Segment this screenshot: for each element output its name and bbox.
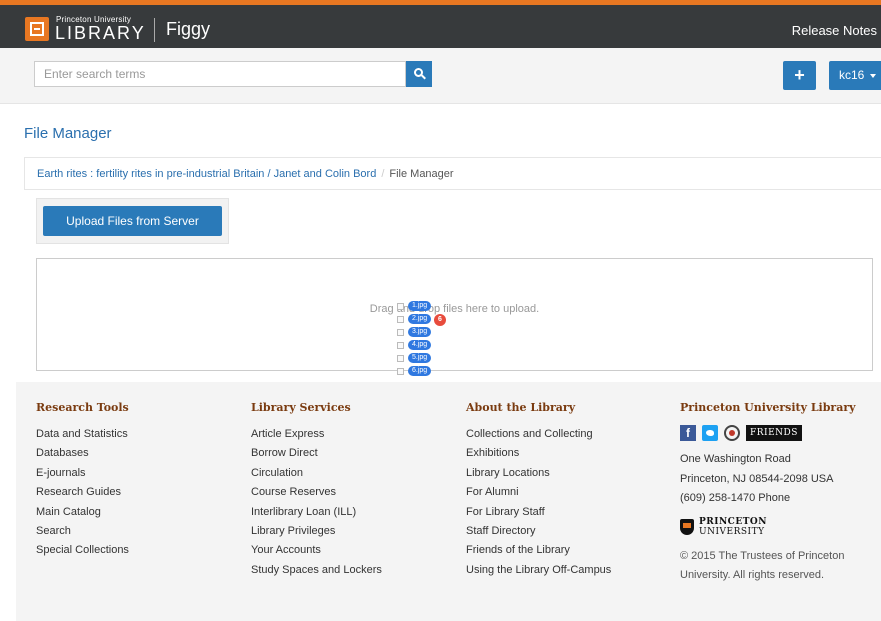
drag-file-pill: 2.jpg (408, 314, 432, 324)
drag-file-item: 3.jpg (394, 327, 444, 338)
instagram-icon[interactable] (724, 425, 740, 441)
user-menu-button[interactable]: kc16 (829, 61, 881, 90)
footer-link[interactable]: Collections and Collecting (466, 425, 611, 444)
address-line: Princeton, NJ 08544-2098 USA (680, 472, 834, 485)
footer-link[interactable]: Exhibitions (466, 444, 611, 463)
footer-link[interactable]: Study Spaces and Lockers (251, 561, 382, 580)
copyright-line: University. All rights reserved. (680, 569, 825, 581)
footer-link[interactable]: Friends of the Library (466, 541, 611, 560)
checkbox-icon (397, 329, 404, 336)
pu-logo-line1: PRINCETON (699, 516, 767, 527)
footer-link[interactable]: For Library Staff (466, 503, 611, 522)
checkbox-icon (397, 368, 404, 375)
footer-link[interactable]: Data and Statistics (36, 425, 129, 444)
drag-file-item: 1.jpg (394, 301, 444, 312)
footer-link[interactable]: Borrow Direct (251, 444, 382, 463)
footer-link[interactable]: For Alumni (466, 483, 611, 502)
breadcrumb-resource-link[interactable]: Earth rites : fertility rites in pre-ind… (37, 168, 376, 180)
social-links: f FRIENDS (680, 425, 875, 441)
search-input[interactable] (34, 61, 406, 87)
drag-file-item: 4.jpg (394, 340, 444, 351)
footer-link[interactable]: Library Locations (466, 464, 611, 483)
princeton-university-logo[interactable]: PRINCETON UNIVERSITY (680, 517, 875, 537)
app-name-link[interactable]: Figgy (166, 19, 210, 40)
user-name: kc16 (839, 68, 865, 82)
footer-link[interactable]: Article Express (251, 425, 382, 444)
footer-link[interactable]: Staff Directory (466, 522, 611, 541)
princeton-shield-icon (680, 518, 694, 535)
drag-file-pill: 4.jpg (408, 340, 432, 350)
page-title: File Manager (24, 125, 112, 142)
release-notes-link[interactable]: Release Notes (792, 23, 877, 38)
top-navbar: Princeton University LIBRARY Figgy Relea… (0, 0, 881, 48)
footer-link[interactable]: E-journals (36, 464, 129, 483)
facebook-icon[interactable]: f (680, 425, 696, 441)
footer-link[interactable]: Research Guides (36, 483, 129, 502)
footer-about: About the Library Collections and Collec… (466, 401, 611, 580)
caret-down-icon (869, 73, 876, 78)
footer-link[interactable]: Your Accounts (251, 541, 382, 560)
drag-file-item: 6.jpg (394, 366, 444, 377)
checkbox-icon (397, 316, 404, 323)
address-line: One Washington Road (680, 453, 791, 465)
drag-count-badge: 6 (434, 314, 446, 326)
footer-heading: Princeton University Library (680, 401, 856, 414)
drag-file-pill: 6.jpg (408, 366, 432, 376)
friends-link[interactable]: FRIENDS (746, 425, 802, 441)
drag-file-pill: 5.jpg (408, 353, 432, 363)
footer-heading: Research Tools (36, 401, 129, 414)
drag-file-item: 5.jpg (394, 353, 444, 364)
pu-logo-line2: UNIVERSITY (699, 526, 765, 537)
checkbox-icon (397, 355, 404, 362)
footer-library-services: Library Services Article Express Borrow … (251, 401, 382, 580)
dropzone-text: Drag and drop files here to upload. (369, 303, 540, 315)
phone-number: (609) 258-1470 Phone (680, 492, 791, 504)
footer: Research Tools Data and Statistics Datab… (16, 382, 881, 621)
footer-link[interactable]: Search (36, 522, 129, 541)
library-logo-icon[interactable] (25, 17, 49, 41)
footer-link[interactable]: Main Catalog (36, 503, 129, 522)
drag-file-pill: 1.jpg (408, 301, 432, 311)
drag-file-pill: 3.jpg (408, 327, 432, 337)
twitter-icon[interactable] (702, 425, 718, 441)
footer-link[interactable]: Course Reserves (251, 483, 382, 502)
footer-link[interactable]: Interlibrary Loan (ILL) (251, 503, 382, 522)
footer-link[interactable]: Using the Library Off-Campus (466, 561, 611, 580)
breadcrumb-separator: / (381, 168, 385, 180)
footer-heading: About the Library (466, 401, 576, 414)
file-dropzone[interactable]: Drag and drop files here to upload. (36, 258, 873, 371)
footer-link[interactable]: Library Privileges (251, 522, 382, 541)
breadcrumb: Earth rites : fertility rites in pre-ind… (24, 157, 881, 190)
footer-link[interactable]: Special Collections (36, 541, 129, 560)
breadcrumb-current: File Manager (389, 168, 454, 180)
footer-research-tools: Research Tools Data and Statistics Datab… (36, 401, 129, 561)
logo-divider (154, 18, 155, 42)
logo-big-text[interactable]: LIBRARY (55, 23, 146, 44)
copyright-line: © 2015 The Trustees of Princeton (680, 549, 845, 562)
footer-link[interactable]: Databases (36, 444, 129, 463)
add-resource-button[interactable]: + (783, 61, 816, 90)
footer-link[interactable]: Circulation (251, 464, 382, 483)
drag-ghost: 1.jpg 2.jpg 3.jpg 4.jpg 5.jpg 6.jpg 6 (394, 301, 446, 381)
upload-files-from-server-button[interactable]: Upload Files from Server (43, 206, 222, 236)
search-bar: + kc16 (0, 48, 881, 104)
footer-heading: Library Services (251, 401, 351, 414)
footer-pul: Princeton University Library f FRIENDS O… (680, 401, 875, 586)
checkbox-icon (397, 342, 404, 349)
checkbox-icon (397, 303, 404, 310)
search-button[interactable] (406, 61, 432, 87)
upload-well: Upload Files from Server (36, 198, 229, 244)
